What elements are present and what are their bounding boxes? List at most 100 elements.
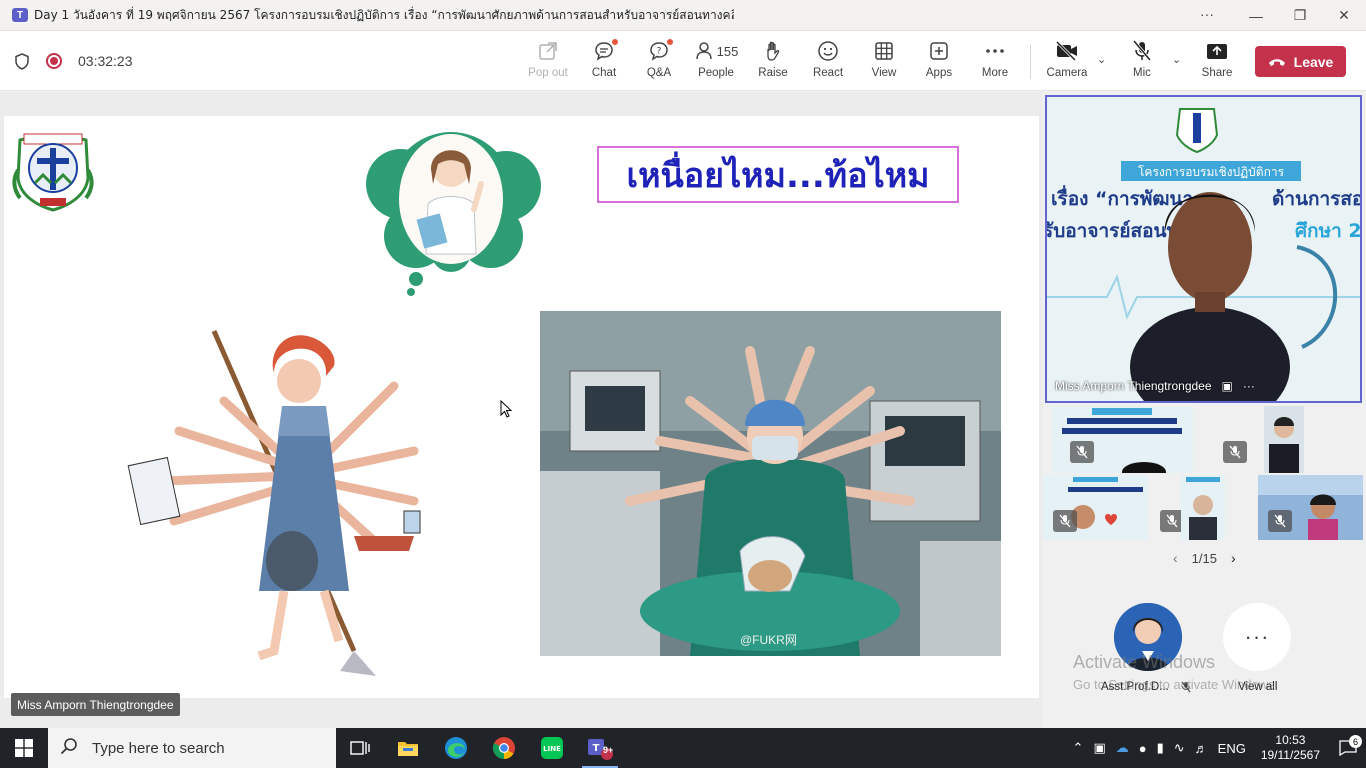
slide-title: เหนื่อยไหม...ท้อไหม xyxy=(597,146,959,203)
svg-text:เรื่อง “การพัฒนา: เรื่อง “การพัฒนา xyxy=(1051,185,1193,210)
participant-tile[interactable] xyxy=(1043,475,1148,540)
next-page-chevron-icon[interactable]: › xyxy=(1231,550,1236,566)
toolbar-divider xyxy=(1030,45,1031,79)
share-button[interactable]: Share xyxy=(1189,39,1245,85)
mic-muted-icon xyxy=(1268,510,1292,532)
taskbar-clock[interactable]: 10:53 19/11/2567 xyxy=(1251,733,1330,763)
input-language[interactable]: ENG xyxy=(1213,741,1251,756)
shield-icon[interactable] xyxy=(14,52,30,70)
svg-text:ด้านการสอน: ด้านการสอน xyxy=(1272,188,1360,210)
phone-hangup-icon xyxy=(1268,54,1286,70)
multitasking-woman-cartoon-image xyxy=(114,311,464,681)
window-title-bar: T Day 1 วันอังคาร ที่ 19 พฤศจิกายน 2567 … xyxy=(0,0,1366,31)
mic-button[interactable]: Mic xyxy=(1114,39,1170,85)
camera-off-icon xyxy=(1055,39,1079,63)
taskbar-search-input[interactable]: Type here to search xyxy=(48,728,336,768)
active-speaker-name: Miss Amporn Thiengtrongdee xyxy=(1055,379,1212,393)
file-explorer-icon[interactable] xyxy=(384,728,432,768)
grid-view-icon xyxy=(874,39,894,63)
thinking-nurse-cloud-image xyxy=(356,124,546,296)
participant-tile[interactable] xyxy=(1258,475,1363,540)
participant-tile[interactable] xyxy=(1181,475,1225,540)
view-all-label: View all xyxy=(1238,681,1278,693)
chat-button[interactable]: Chat xyxy=(576,39,632,85)
smiley-icon xyxy=(817,39,839,63)
onedrive-icon[interactable]: ☁ xyxy=(1111,740,1134,756)
windows-start-icon[interactable] xyxy=(0,728,48,768)
meet-now-icon[interactable]: ▣ xyxy=(1088,740,1110,756)
chrome-browser-icon[interactable] xyxy=(480,728,528,768)
mic-muted-small-icon xyxy=(1181,681,1191,696)
more-dots-icon xyxy=(985,39,1005,63)
avatar[interactable] xyxy=(1114,603,1182,671)
svg-text:ศึกษา 25: ศึกษา 25 xyxy=(1295,220,1360,242)
view-button[interactable]: View xyxy=(856,39,912,85)
people-button[interactable]: 155 People xyxy=(688,39,744,85)
video-more-icon[interactable]: ··· xyxy=(1243,379,1255,393)
mic-off-icon xyxy=(1132,39,1152,63)
participant-tile[interactable] xyxy=(1264,406,1304,473)
minimize-icon[interactable]: — xyxy=(1234,0,1278,31)
avatar-name: Asst.Prof.D... xyxy=(1101,681,1169,693)
participants-panel: โครงการอบรมเชิงปฏิบัติการ เรื่อง “การพัฒ… xyxy=(1043,92,1366,728)
recording-icon xyxy=(46,53,62,69)
teams-badge: 9+ xyxy=(603,745,614,755)
battery-icon[interactable]: ▮ xyxy=(1152,740,1169,756)
chevron-up-icon[interactable]: ⌃ xyxy=(1068,740,1089,756)
mouse-cursor-icon xyxy=(500,399,513,423)
svg-text:รับอาจารย์สอนท: รับอาจารย์สอนท xyxy=(1047,220,1179,242)
raise-hand-button[interactable]: Raise xyxy=(745,39,801,85)
add-app-icon xyxy=(929,39,949,63)
apps-button[interactable]: Apps xyxy=(911,39,967,85)
participant-tile[interactable] xyxy=(1052,406,1193,473)
svg-text:โครงการอบรมเชิงปฏิบัติการ: โครงการอบรมเชิงปฏิบัติการ xyxy=(1138,165,1285,179)
title-more-icon[interactable]: ··· xyxy=(1200,6,1214,22)
volume-icon[interactable]: ♬ xyxy=(1190,741,1213,756)
svg-text:LINE: LINE xyxy=(543,745,561,753)
search-placeholder: Type here to search xyxy=(92,739,225,757)
chat-badge-icon xyxy=(612,39,618,45)
microphone-icon[interactable]: ● xyxy=(1134,741,1152,756)
camera-button[interactable]: Camera xyxy=(1039,39,1095,85)
presenter-name-tag: Miss Amporn Thiengtrongdee xyxy=(11,693,180,716)
restore-icon[interactable]: ❐ xyxy=(1278,0,1322,31)
mic-muted-icon xyxy=(1070,441,1094,463)
anesthesiologist-multiple-arms-photo: @FUKR网 xyxy=(540,311,1001,656)
qa-icon: ? xyxy=(648,39,673,63)
close-icon[interactable]: ✕ xyxy=(1322,0,1366,31)
previous-page-chevron-icon[interactable]: ‹ xyxy=(1173,550,1178,566)
hand-icon xyxy=(763,39,783,63)
view-all-button[interactable]: ··· xyxy=(1223,603,1291,671)
wifi-icon[interactable]: ∿ xyxy=(1169,740,1190,756)
shared-screen-stage: เหนื่อยไหม...ท้อไหม @FUKR网 xyxy=(0,92,1043,728)
notification-center-icon[interactable]: 6 xyxy=(1330,735,1366,756)
people-count: 155 xyxy=(716,43,739,59)
line-app-icon[interactable]: LINE xyxy=(528,728,576,768)
window-title: Day 1 วันอังคาร ที่ 19 พฤศจิกายน 2567 โค… xyxy=(34,7,734,22)
edge-browser-icon[interactable] xyxy=(432,728,480,768)
active-speaker-video[interactable]: โครงการอบรมเชิงปฏิบัติการ เรื่อง “การพัฒ… xyxy=(1045,95,1362,403)
people-icon: 155 xyxy=(694,39,739,63)
pop-out-icon xyxy=(538,39,558,63)
mic-muted-icon xyxy=(1223,441,1247,463)
meeting-toolbar: 03:32:23 Pop out Chat ? Q&A 155 People R… xyxy=(0,31,1366,91)
presentation-slide: เหนื่อยไหม...ท้อไหม @FUKR网 xyxy=(4,116,1039,698)
camera-options-chevron-icon[interactable]: ⌄ xyxy=(1097,53,1106,66)
leave-button[interactable]: Leave xyxy=(1255,46,1346,77)
task-view-icon[interactable] xyxy=(336,728,384,768)
svg-text:?: ? xyxy=(657,47,662,57)
notification-count: 6 xyxy=(1349,735,1362,748)
teams-taskbar-icon[interactable]: T 9+ xyxy=(576,728,624,768)
pop-out-button[interactable]: Pop out xyxy=(520,39,576,85)
more-button[interactable]: More xyxy=(967,39,1023,85)
more-dots-icon: ··· xyxy=(1244,624,1270,649)
page-indicator: 1/15 xyxy=(1191,550,1217,566)
mic-muted-icon xyxy=(1053,510,1077,532)
pin-icon[interactable]: ▣ xyxy=(1222,379,1233,393)
react-button[interactable]: React xyxy=(800,39,856,85)
share-icon xyxy=(1206,39,1228,63)
qa-badge-icon xyxy=(667,39,673,45)
qa-button[interactable]: ? Q&A xyxy=(631,39,687,85)
university-logo xyxy=(10,128,96,212)
mic-options-chevron-icon[interactable]: ⌄ xyxy=(1172,53,1181,66)
